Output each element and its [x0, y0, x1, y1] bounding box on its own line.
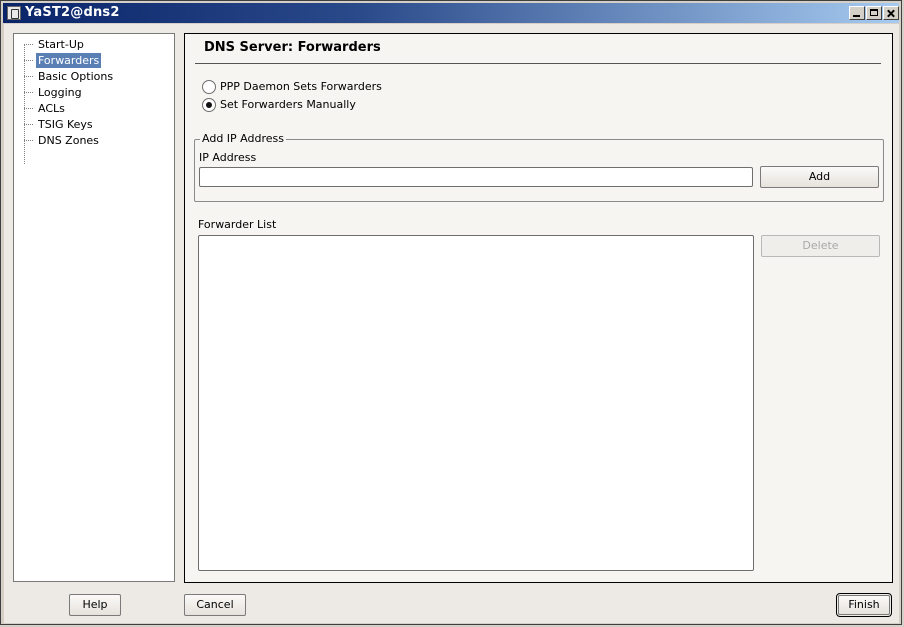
group-legend: Add IP Address	[200, 132, 286, 145]
finish-button[interactable]: Finish	[836, 593, 892, 617]
forwarder-list-label: Forwarder List	[198, 218, 277, 231]
delete-button[interactable]: Delete	[761, 235, 880, 257]
client-area: Start-Up Forwarders Basic Options Loggin…	[4, 24, 899, 623]
ip-address-label: IP Address	[199, 151, 257, 164]
main-panel: DNS Server: Forwarders PPP Daemon Sets F…	[184, 33, 893, 583]
tree-item-tsig-keys[interactable]: TSIG Keys	[24, 117, 95, 132]
tree-item-forwarders[interactable]: Forwarders	[24, 53, 102, 68]
radio-button-unchecked[interactable]	[202, 80, 216, 94]
close-icon[interactable]	[883, 6, 899, 20]
tree-item-basic-options[interactable]: Basic Options	[24, 69, 115, 84]
add-button[interactable]: Add	[760, 166, 879, 188]
radio-label-ppp: PPP Daemon Sets Forwarders	[220, 80, 382, 93]
tree-item-dns-zones[interactable]: DNS Zones	[24, 133, 101, 148]
page-title: DNS Server: Forwarders	[204, 40, 381, 55]
title-bar[interactable]: YaST2@dns2	[3, 3, 899, 23]
maximize-icon[interactable]	[866, 6, 882, 20]
tree-item-acls[interactable]: ACLs	[24, 101, 67, 116]
tree-item-logging[interactable]: Logging	[24, 85, 84, 100]
ip-address-input[interactable]	[199, 167, 753, 187]
navigation-tree: Start-Up Forwarders Basic Options Loggin…	[13, 33, 175, 582]
yast-app-icon	[7, 6, 21, 20]
window-title: YaST2@dns2	[25, 5, 120, 20]
radio-label-manual: Set Forwarders Manually	[220, 98, 356, 111]
cancel-button[interactable]: Cancel	[184, 594, 246, 616]
tree-item-start-up[interactable]: Start-Up	[24, 37, 86, 52]
add-ip-address-group: Add IP Address IP Address Add	[194, 132, 884, 202]
radio-button-checked[interactable]	[202, 98, 216, 112]
help-button[interactable]: Help	[69, 594, 121, 616]
yast-window: YaST2@dns2 Start-Up Forwarders Basic Opt…	[0, 0, 902, 625]
title-separator	[195, 63, 881, 64]
minimize-icon[interactable]	[849, 6, 865, 20]
forwarder-list[interactable]	[198, 235, 754, 571]
